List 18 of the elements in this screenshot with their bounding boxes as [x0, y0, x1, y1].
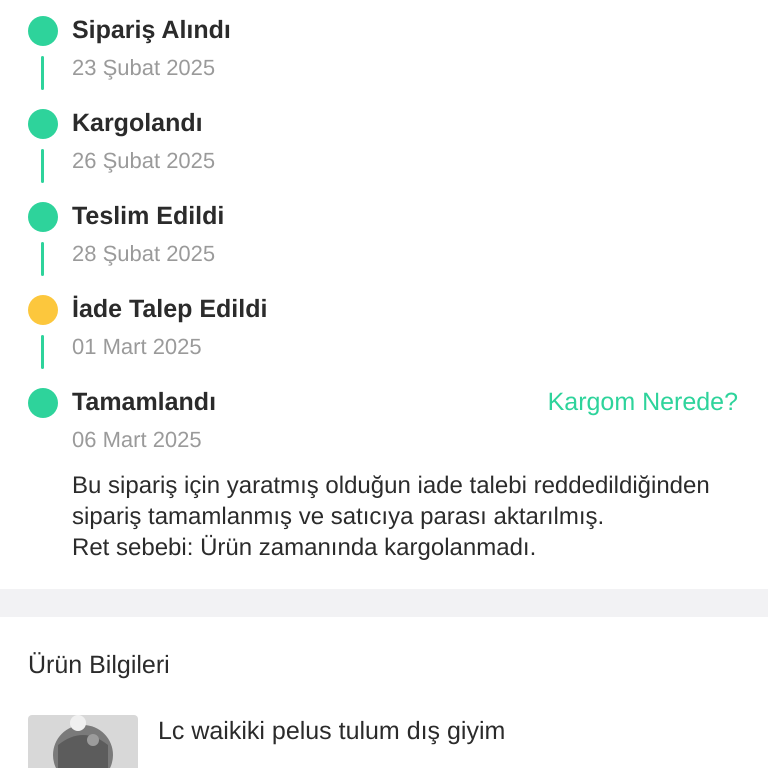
status-note: Bu sipariş için yaratmış olduğun iade talebi reddedildiğinden sipariş tamamlanmış ve satıcıya parası aktarılmış.: [72, 471, 711, 532]
status-date: 23 Şubat 2025: [72, 56, 216, 80]
status-note: Ret sebebi: Ürün zamanında kargolanmadı.: [72, 533, 538, 563]
product-name[interactable]: Lc waikiki pelus tulum dış giyim: [158, 716, 506, 768]
status-date: 06 Mart 2025: [72, 428, 203, 452]
section-heading: Ürün Bilgileri: [28, 650, 171, 681]
status-title: Kargolandı: [72, 108, 203, 140]
status-date: 28 Şubat 2025: [72, 242, 216, 266]
connector-line: [41, 242, 44, 276]
status-title: Sipariş Alındı: [72, 15, 231, 46]
connector-line: [41, 335, 44, 369]
connector-line: [41, 149, 44, 183]
status-title: İade Talep Edildi: [72, 294, 268, 326]
status-title: Teslim Edildi: [72, 201, 224, 232]
status-date: 01 Mart 2025: [72, 335, 203, 359]
connector-line: [41, 56, 44, 90]
status-title: Tamamlandı: [72, 387, 216, 418]
status-date: 26 Şubat 2025: [72, 149, 216, 173]
